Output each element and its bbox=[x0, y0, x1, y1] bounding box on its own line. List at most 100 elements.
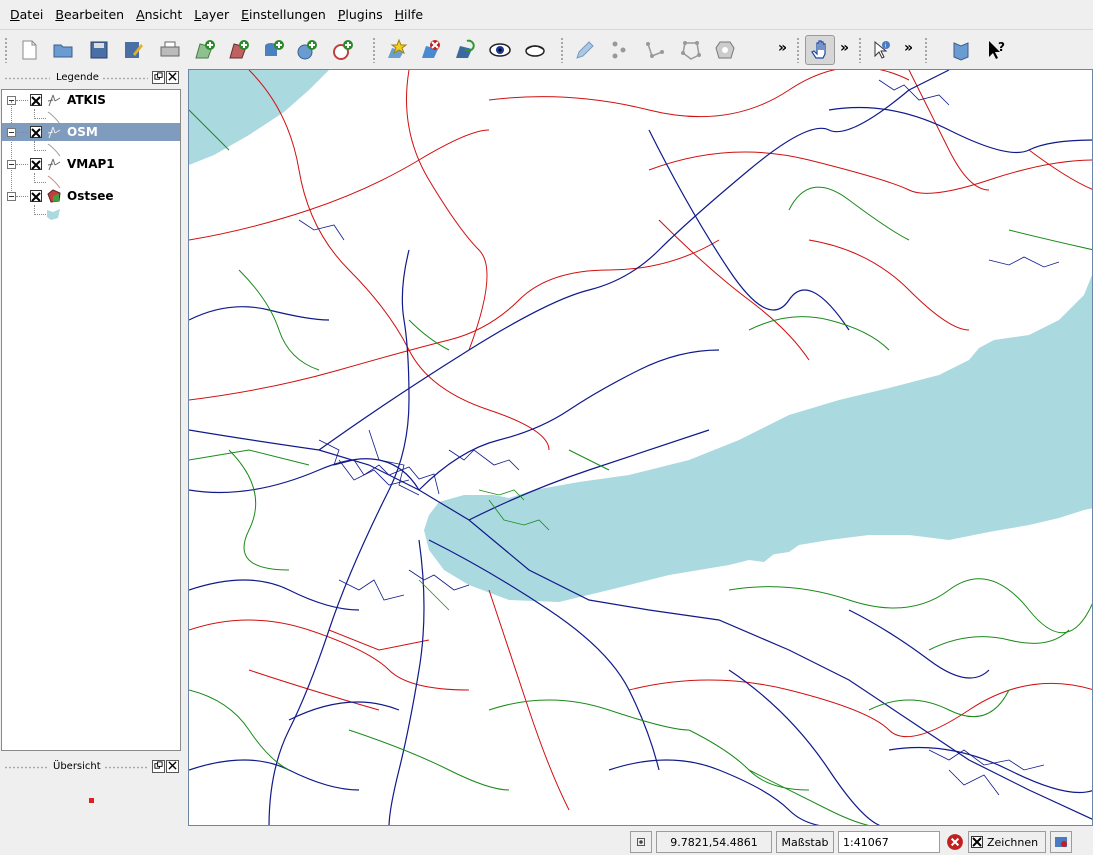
legend-layer-osm[interactable]: OSM bbox=[2, 123, 180, 141]
layer-visibility-checkbox[interactable] bbox=[30, 126, 42, 138]
menu-plugins[interactable]: Plugins bbox=[332, 7, 389, 22]
identify-features-button[interactable]: i bbox=[866, 35, 896, 65]
print-button[interactable] bbox=[155, 35, 185, 65]
water-top-left bbox=[189, 70, 329, 165]
overview-extent-marker[interactable] bbox=[89, 798, 94, 803]
add-wms-layer-icon bbox=[297, 40, 317, 60]
toolbar-grip[interactable] bbox=[4, 37, 8, 63]
checkmark-icon bbox=[31, 128, 41, 138]
line-layer-icon bbox=[47, 158, 61, 171]
overview-close-button[interactable] bbox=[166, 760, 179, 773]
map-render[interactable] bbox=[189, 70, 1093, 826]
close-icon bbox=[168, 72, 177, 81]
collapse-toggle[interactable] bbox=[7, 127, 16, 137]
checkmark-icon bbox=[972, 837, 982, 847]
scale-label: Maßstab bbox=[776, 831, 834, 853]
star-layer-icon bbox=[388, 38, 408, 58]
layer-visibility-checkbox[interactable] bbox=[30, 158, 42, 170]
line-layer-icon bbox=[47, 94, 61, 107]
menu-bearbeiten[interactable]: Bearbeiten bbox=[49, 7, 130, 22]
show-all-layers-button[interactable] bbox=[485, 35, 515, 65]
polygon-layer-icon bbox=[47, 189, 61, 203]
toolbar-grip[interactable] bbox=[372, 37, 376, 63]
add-gps-layer-button[interactable] bbox=[328, 35, 358, 65]
menu-layer[interactable]: Layer bbox=[188, 7, 235, 22]
add-postgis-layer-button[interactable] bbox=[258, 35, 288, 65]
coordinate-toggle-button[interactable] bbox=[630, 831, 652, 853]
save-as-button[interactable] bbox=[118, 35, 148, 65]
line-layer-icon bbox=[47, 126, 61, 139]
legend-close-button[interactable] bbox=[166, 71, 179, 84]
eye-closed-icon bbox=[525, 45, 545, 57]
pan-map-button[interactable] bbox=[805, 35, 835, 65]
folder-open-icon bbox=[53, 44, 73, 58]
projection-button[interactable] bbox=[1050, 831, 1072, 853]
points-icon bbox=[612, 41, 626, 59]
legend-panel: ATKIS OSM VMAP1 Ostsee bbox=[1, 89, 181, 751]
close-icon bbox=[168, 761, 177, 770]
pencil-icon bbox=[576, 41, 594, 59]
add-raster-layer-button[interactable] bbox=[224, 35, 254, 65]
legend-float-button[interactable] bbox=[152, 71, 165, 84]
overview-title: Übersicht bbox=[53, 761, 101, 772]
toolbar: » » i » ? bbox=[0, 29, 1093, 69]
stop-icon bbox=[947, 834, 963, 850]
svg-text:?: ? bbox=[998, 40, 1005, 54]
render-label: Zeichnen bbox=[987, 835, 1039, 849]
menu-datei[interactable]: Datei bbox=[4, 7, 49, 22]
printer-icon bbox=[160, 41, 180, 57]
add-wms-layer-button[interactable] bbox=[292, 35, 322, 65]
render-toggle[interactable]: Zeichnen bbox=[968, 831, 1046, 853]
move-feature-button[interactable] bbox=[676, 35, 706, 65]
projection-icon bbox=[1055, 837, 1067, 847]
scale-input[interactable]: 1:41067 bbox=[838, 831, 940, 853]
polygon-icon bbox=[681, 41, 701, 60]
toolbar-overflow-2[interactable]: » bbox=[840, 40, 849, 56]
legend-layer-ostsee[interactable]: Ostsee bbox=[2, 187, 180, 205]
layer-visibility-checkbox[interactable] bbox=[30, 190, 42, 202]
toggle-editing-button[interactable] bbox=[450, 35, 480, 65]
remove-layer-icon bbox=[422, 40, 440, 58]
menu-hilfe[interactable]: Hilfe bbox=[389, 7, 429, 22]
toolbar-grip[interactable] bbox=[796, 37, 800, 63]
checkmark-icon bbox=[31, 192, 41, 202]
new-project-button[interactable] bbox=[14, 35, 44, 65]
map-canvas[interactable] bbox=[188, 69, 1093, 826]
capture-point-button[interactable] bbox=[570, 35, 600, 65]
menu-einstellungen[interactable]: Einstellungen bbox=[235, 7, 332, 22]
layer-name: ATKIS bbox=[67, 93, 106, 107]
toolbar-grip[interactable] bbox=[858, 37, 862, 63]
hide-all-layers-button[interactable] bbox=[520, 35, 550, 65]
capture-line-button[interactable] bbox=[604, 35, 634, 65]
status-bar: 9.7821,54.4861 Maßstab 1:41067 Zeichnen bbox=[0, 827, 1093, 855]
collapse-toggle[interactable] bbox=[7, 191, 16, 201]
open-project-button[interactable] bbox=[48, 35, 78, 65]
delete-feature-button[interactable] bbox=[710, 35, 740, 65]
new-vector-layer-button[interactable] bbox=[382, 35, 412, 65]
whats-this-button[interactable]: ? bbox=[982, 35, 1012, 65]
legend-layer-atkis[interactable]: ATKIS bbox=[2, 91, 180, 109]
legend-layer-vmap1[interactable]: VMAP1 bbox=[2, 155, 180, 173]
capture-polygon-button[interactable] bbox=[640, 35, 670, 65]
help-contents-button[interactable] bbox=[946, 35, 976, 65]
toolbar-overflow-1[interactable]: » bbox=[778, 40, 787, 56]
render-checkbox[interactable] bbox=[971, 836, 983, 848]
stop-render-button[interactable] bbox=[944, 831, 966, 853]
whats-this-cursor-icon: ? bbox=[989, 40, 1005, 59]
toolbar-overflow-3[interactable]: » bbox=[904, 40, 913, 56]
eye-icon bbox=[489, 43, 511, 57]
toolbar-grip[interactable] bbox=[924, 37, 928, 63]
save-project-button[interactable] bbox=[84, 35, 114, 65]
add-vector-layer-button[interactable] bbox=[190, 35, 220, 65]
layer-visibility-checkbox[interactable] bbox=[30, 94, 42, 106]
collapse-toggle[interactable] bbox=[7, 159, 16, 169]
water-inlet bbox=[749, 548, 779, 562]
remove-layer-button[interactable] bbox=[416, 35, 446, 65]
legend-title: Legende bbox=[56, 72, 99, 83]
shape-icon bbox=[715, 41, 735, 59]
legend-dock-title: Legende bbox=[0, 70, 186, 88]
toolbar-grip[interactable] bbox=[560, 37, 564, 63]
layer-name: Ostsee bbox=[67, 189, 114, 203]
menu-ansicht[interactable]: Ansicht bbox=[130, 7, 188, 22]
overview-float-button[interactable] bbox=[152, 760, 165, 773]
